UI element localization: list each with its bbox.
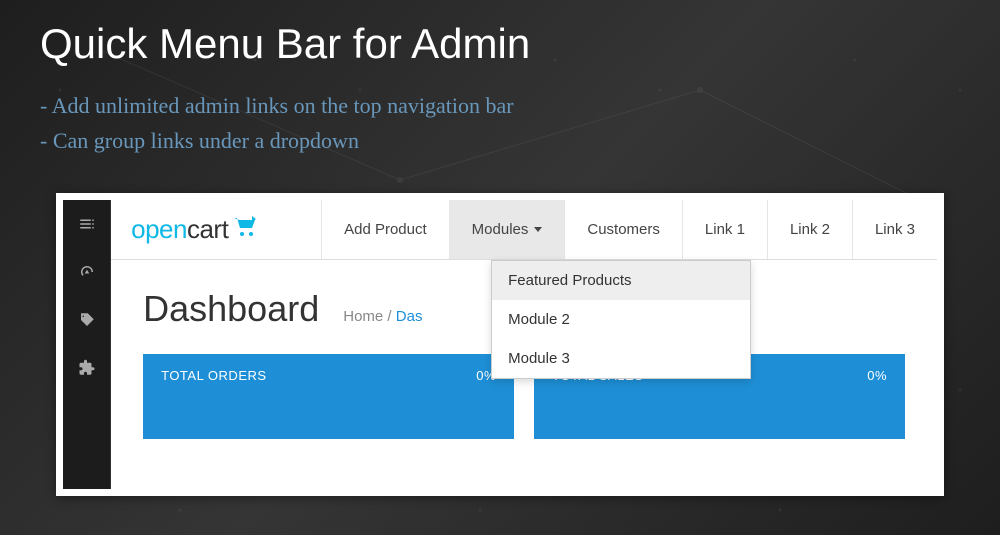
feature-item: - Add unlimited admin links on the top n… xyxy=(40,88,960,123)
stat-percent: 0% xyxy=(867,368,887,383)
nav-label: Customers xyxy=(587,221,660,238)
feature-item: - Can group links under a dropdown xyxy=(40,123,960,158)
admin-screenshot: opencart Add Product Modules Customers L… xyxy=(56,193,944,496)
cart-icon xyxy=(232,216,260,244)
sidebar-toggle[interactable] xyxy=(63,200,110,248)
stat-total-orders[interactable]: TOTAL ORDERS 0% xyxy=(143,354,514,439)
puzzle-icon xyxy=(78,359,96,377)
breadcrumb-home[interactable]: Home xyxy=(343,308,383,325)
nav-label: Add Product xyxy=(344,221,427,238)
nav-label: Link 3 xyxy=(875,221,915,238)
breadcrumb-current[interactable]: Das xyxy=(396,308,423,325)
gauge-icon xyxy=(78,263,96,281)
dropdown-item-module-2[interactable]: Module 2 xyxy=(492,300,750,339)
nav-link-3[interactable]: Link 3 xyxy=(852,200,937,259)
nav-label: Modules xyxy=(472,221,529,238)
nav-customers[interactable]: Customers xyxy=(564,200,682,259)
nav-link-2[interactable]: Link 2 xyxy=(767,200,852,259)
nav-link-1[interactable]: Link 1 xyxy=(682,200,767,259)
dropdown-item-featured[interactable]: Featured Products xyxy=(492,261,750,300)
sidebar-item-dashboard[interactable] xyxy=(63,248,110,296)
topbar: opencart Add Product Modules Customers L… xyxy=(111,200,937,260)
chevron-down-icon xyxy=(534,227,542,232)
logo-text: opencart xyxy=(131,214,228,245)
nav-modules[interactable]: Modules xyxy=(449,200,565,259)
nav-add-product[interactable]: Add Product xyxy=(321,200,449,259)
nav-items: Add Product Modules Customers Link 1 Lin… xyxy=(321,200,937,259)
breadcrumb: Home / Das xyxy=(343,308,422,325)
sidebar-item-catalog[interactable] xyxy=(63,296,110,344)
nav-label: Link 1 xyxy=(705,221,745,238)
feature-list: - Add unlimited admin links on the top n… xyxy=(0,78,1000,178)
page-heading: Dashboard xyxy=(143,288,319,330)
sidebar-item-extensions[interactable] xyxy=(63,344,110,392)
tag-icon xyxy=(78,311,96,329)
modules-dropdown: Featured Products Module 2 Module 3 xyxy=(491,260,751,379)
brand-logo[interactable]: opencart xyxy=(111,200,321,259)
nav-label: Link 2 xyxy=(790,221,830,238)
menu-icon xyxy=(78,215,96,233)
promo-title: Quick Menu Bar for Admin xyxy=(0,0,1000,78)
dropdown-item-module-3[interactable]: Module 3 xyxy=(492,339,750,378)
admin-sidebar xyxy=(63,200,111,489)
main-panel: opencart Add Product Modules Customers L… xyxy=(111,200,937,489)
stat-label: TOTAL ORDERS xyxy=(161,368,266,383)
